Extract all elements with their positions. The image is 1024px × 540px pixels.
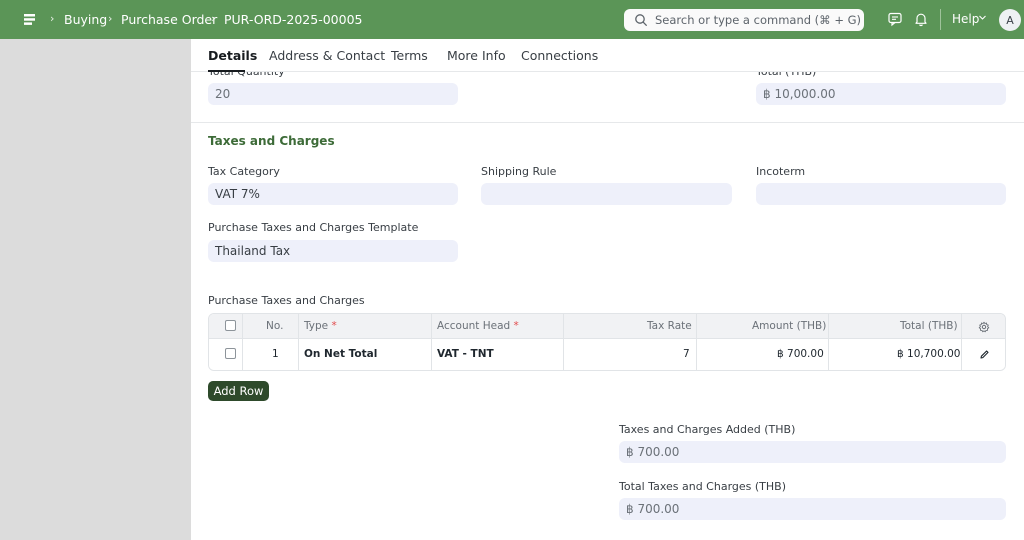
search-placeholder: Search or type a command (⌘ + G) [655, 13, 862, 27]
breadcrumb-separator-icon: › [108, 12, 113, 25]
header-tax-rate: Tax Rate [647, 320, 692, 332]
total-quantity-field[interactable]: 20 [208, 83, 458, 105]
breadcrumb-purchase-order[interactable]: Purchase Order [121, 12, 217, 27]
column-divider [242, 314, 243, 370]
header-amount: Amount (THB) [752, 320, 827, 332]
section-title-taxes[interactable]: Taxes and Charges [208, 134, 335, 148]
edit-pencil-icon[interactable] [979, 349, 990, 360]
total-taxes-field[interactable]: ฿ 700.00 [619, 498, 1006, 520]
cell-type[interactable]: On Net Total [304, 348, 377, 360]
table-header-row: No. Type * Account Head * Tax Rate Amoun… [209, 314, 1005, 339]
breadcrumb-document-id[interactable]: PUR-ORD-2025-00005 [224, 12, 362, 27]
column-divider [828, 314, 829, 370]
taxes-table-label: Purchase Taxes and Charges [208, 294, 365, 307]
table-row[interactable]: 1 On Net Total VAT - TNT 7 ฿ 700.00 ฿ 10… [209, 339, 1005, 370]
taxes-table: No. Type * Account Head * Tax Rate Amoun… [208, 313, 1006, 371]
tab-details[interactable]: Details [208, 48, 257, 63]
top-navbar: › Buying › Purchase Order › PUR-ORD-2025… [0, 0, 1024, 39]
header-no: No. [266, 320, 284, 332]
app-logo-icon[interactable] [20, 10, 39, 29]
active-tab-indicator [208, 70, 245, 72]
chevron-down-icon[interactable] [978, 13, 987, 22]
tax-template-label: Purchase Taxes and Charges Template [208, 221, 419, 234]
column-divider [298, 314, 299, 370]
incoterm-label: Incoterm [756, 165, 806, 178]
cell-no: 1 [272, 348, 279, 360]
breadcrumb-separator-icon: › [211, 12, 216, 25]
tab-more-info[interactable]: More Info [447, 48, 506, 63]
add-row-button[interactable]: Add Row [208, 381, 269, 401]
shipping-rule-field[interactable] [481, 183, 732, 205]
incoterm-field[interactable] [756, 183, 1006, 205]
column-divider [431, 314, 432, 370]
navbar-divider [940, 9, 941, 30]
column-divider [563, 314, 564, 370]
column-divider [961, 314, 962, 370]
tax-template-field[interactable]: Thailand Tax [208, 240, 458, 262]
tab-connections[interactable]: Connections [521, 48, 598, 63]
sidebar [0, 39, 191, 540]
breadcrumb-buying[interactable]: Buying [64, 12, 107, 27]
cell-amount[interactable]: ฿ 700.00 [777, 348, 824, 360]
cell-total[interactable]: ฿ 10,700.00 [897, 348, 960, 360]
header-type: Type * [304, 320, 337, 332]
taxes-added-label: Taxes and Charges Added (THB) [619, 423, 796, 436]
total-field[interactable]: ฿ 10,000.00 [756, 83, 1006, 105]
total-taxes-label: Total Taxes and Charges (THB) [619, 480, 787, 493]
chat-icon[interactable] [887, 11, 903, 27]
form-panel: Total Quantity 20 Total (THB) ฿ 10,000.0… [191, 39, 1024, 540]
tab-terms[interactable]: Terms [391, 48, 428, 63]
column-divider [696, 314, 697, 370]
tab-address-contact[interactable]: Address & Contact [269, 48, 385, 63]
search-icon [635, 14, 647, 26]
breadcrumb-separator-icon: › [50, 12, 55, 25]
tax-category-label: Tax Category [208, 165, 280, 178]
cell-account-head[interactable]: VAT - TNT [437, 348, 494, 360]
form-tabs: Details Address & Contact Terms More Inf… [191, 39, 1024, 72]
taxes-added-field[interactable]: ฿ 700.00 [619, 441, 1006, 463]
header-total: Total (THB) [900, 320, 958, 332]
notification-bell-icon[interactable] [913, 11, 929, 27]
tax-category-field[interactable]: VAT 7% [208, 183, 458, 205]
shipping-rule-label: Shipping Rule [481, 165, 557, 178]
cell-tax-rate[interactable]: 7 [683, 348, 690, 360]
search-bar[interactable]: Search or type a command (⌘ + G) [624, 9, 864, 31]
settings-gear-icon[interactable] [978, 321, 990, 333]
section-divider [191, 122, 1024, 123]
select-all-checkbox[interactable] [225, 320, 236, 331]
user-avatar[interactable]: A [999, 9, 1021, 31]
help-menu[interactable]: Help [952, 12, 979, 26]
row-checkbox[interactable] [225, 348, 236, 359]
header-account-head: Account Head * [437, 320, 519, 332]
